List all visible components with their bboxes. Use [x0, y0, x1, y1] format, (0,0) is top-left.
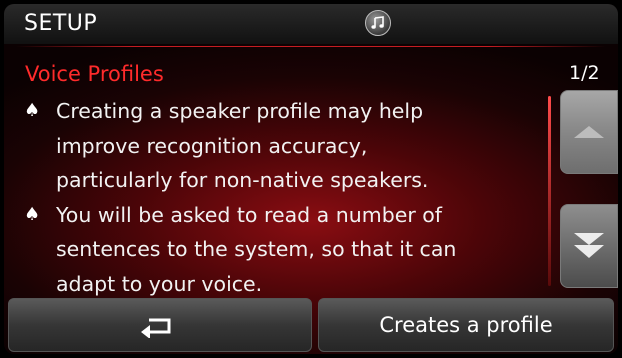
- create-profile-button[interactable]: Creates a profile: [318, 298, 614, 352]
- double-arrow-down-icon: [574, 233, 604, 258]
- spade-icon: ♠: [24, 100, 41, 121]
- text-line: adapt to your voice.: [56, 271, 263, 296]
- text-line: improve recognition accuracy,: [56, 133, 368, 158]
- music-note-icon[interactable]: [365, 10, 391, 36]
- header-divider: [16, 46, 606, 47]
- page-title: SETUP: [24, 11, 98, 36]
- scroll-down-button[interactable]: [560, 204, 618, 288]
- section-title: Voice Profiles: [25, 62, 164, 86]
- list-item: ♠ You will be asked to read a number of …: [20, 198, 540, 302]
- back-button[interactable]: [8, 298, 312, 352]
- screen: SETUP Voice Profiles 1/2 ♠ Creating a sp…: [4, 4, 618, 354]
- header-bar: SETUP: [4, 4, 618, 44]
- page-indicator: 1/2: [569, 62, 600, 84]
- arrow-up-icon: [574, 126, 604, 138]
- text-line: sentences to the system, so that it can: [56, 237, 457, 261]
- text-line: particularly for non-native speakers.: [56, 168, 429, 192]
- scrollbar[interactable]: [548, 96, 551, 286]
- return-arrow-icon: [141, 318, 171, 338]
- text-line: Creating a speaker profile may help: [56, 99, 424, 123]
- scroll-up-button[interactable]: [560, 90, 618, 174]
- info-text: ♠ Creating a speaker profile may help im…: [20, 94, 540, 301]
- footer-bar: Creates a profile: [4, 298, 618, 354]
- text-line: You will be asked to read a number of: [56, 202, 443, 227]
- spade-icon: ♠: [24, 203, 41, 225]
- list-item: ♠ Creating a speaker profile may help im…: [20, 94, 540, 198]
- create-profile-label: Creates a profile: [379, 313, 553, 337]
